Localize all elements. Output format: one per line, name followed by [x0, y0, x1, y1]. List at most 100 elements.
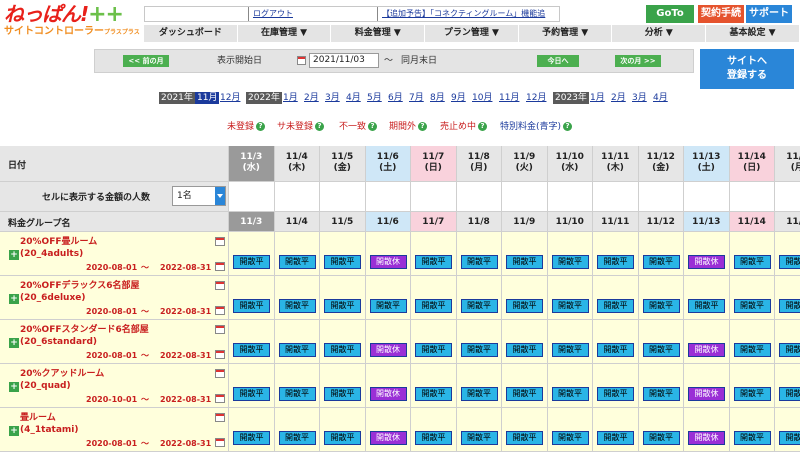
rate-cell[interactable]: 開散休 [365, 320, 411, 364]
rate-cell[interactable]: 開散平 [456, 276, 502, 320]
month-2021-12[interactable]: 12月 [220, 92, 240, 104]
rate-cell[interactable]: 開散平 [729, 408, 775, 452]
rate-cell[interactable]: 開散平 [411, 232, 457, 276]
calendar-icon[interactable] [215, 369, 225, 378]
status-closed-button[interactable]: 開散休 [369, 431, 407, 445]
plan-name[interactable]: 20%クアッドルーム [20, 368, 104, 380]
status-open-button[interactable]: 開散平 [506, 387, 543, 401]
rate-cell[interactable]: 開散平 [320, 232, 366, 276]
status-closed-button[interactable]: 開散休 [688, 387, 725, 401]
calendar-icon[interactable] [215, 237, 225, 246]
plus-icon[interactable]: + [9, 426, 19, 436]
help-icon[interactable]: ? [478, 122, 488, 131]
month-2022-9[interactable]: 9月 [451, 92, 466, 104]
rate-cell[interactable]: 開散平 [274, 276, 320, 320]
status-open-button[interactable]: 開散平 [733, 255, 771, 269]
status-open-button[interactable]: 開散平 [415, 431, 452, 445]
start-date-input[interactable]: 2021/11/03 [309, 53, 379, 68]
plan-name[interactable]: 20%OFFスタンダード6名部屋 [20, 324, 149, 336]
rate-cell[interactable]: 開散休 [684, 408, 730, 452]
status-open-button[interactable]: 開散平 [278, 431, 316, 445]
status-open-button[interactable]: 開散平 [460, 255, 498, 269]
rate-cell[interactable]: 開散平 [638, 364, 684, 408]
status-closed-button[interactable]: 開散休 [369, 343, 407, 357]
nav-analytics[interactable]: 分析 ▼ [612, 25, 707, 42]
status-open-button[interactable]: 開散平 [733, 299, 771, 313]
calendar-icon[interactable] [215, 413, 225, 422]
status-open-button[interactable]: 開散平 [642, 299, 680, 313]
status-open-button[interactable]: 開散平 [415, 343, 452, 357]
rate-cell[interactable]: 開散休 [684, 320, 730, 364]
status-open-button[interactable]: 開散平 [597, 387, 634, 401]
status-open-button[interactable]: 開散平 [460, 387, 498, 401]
rate-cell[interactable]: 開散平 [411, 276, 457, 320]
prev-month-button[interactable]: << 前の月 [123, 55, 169, 67]
help-icon[interactable]: ? [315, 122, 325, 131]
status-open-button[interactable]: 開散平 [551, 387, 589, 401]
status-open-button[interactable]: 開散平 [779, 299, 800, 313]
support-button[interactable]: サポート [746, 5, 792, 23]
month-2022-11[interactable]: 11月 [499, 92, 519, 104]
status-open-button[interactable]: 開散平 [233, 299, 270, 313]
rate-cell[interactable]: 開散平 [729, 364, 775, 408]
rate-cell[interactable]: 開散平 [229, 408, 275, 452]
rate-cell[interactable]: 開散平 [274, 320, 320, 364]
status-open-button[interactable]: 開散平 [415, 299, 452, 313]
plan-name[interactable]: 20%OFFデラックス6名部屋 [20, 280, 139, 292]
status-open-button[interactable]: 開散平 [597, 299, 634, 313]
status-open-button[interactable]: 開散平 [506, 299, 543, 313]
status-open-button[interactable]: 開散平 [597, 431, 634, 445]
month-2023-1[interactable]: 1月 [590, 92, 605, 104]
rate-cell[interactable]: 開散平 [547, 408, 593, 452]
rate-cell[interactable]: 開散平 [684, 276, 730, 320]
rate-cell[interactable]: 開散平 [729, 276, 775, 320]
status-open-button[interactable]: 開散平 [779, 387, 800, 401]
month-2023-2[interactable]: 2月 [611, 92, 626, 104]
status-open-button[interactable]: 開散平 [460, 343, 498, 357]
month-2023-3[interactable]: 3月 [632, 92, 647, 104]
nav-dashboard[interactable]: ダッシュボード [144, 25, 238, 42]
plus-icon[interactable]: + [9, 294, 19, 304]
status-closed-button[interactable]: 開散休 [369, 255, 407, 269]
rate-cell[interactable]: 開散平 [274, 408, 320, 452]
notice-link[interactable]: 【追加予告】「コネクティングルーム」機能追 [377, 7, 545, 21]
status-open-button[interactable]: 開散平 [415, 387, 452, 401]
rate-cell[interactable]: 開散平 [502, 276, 548, 320]
status-open-button[interactable]: 開散平 [688, 299, 725, 313]
next-month-button[interactable]: 次の月 >> [615, 55, 661, 67]
rate-cell[interactable]: 開散平 [502, 364, 548, 408]
status-closed-button[interactable]: 開散休 [369, 387, 407, 401]
calendar-icon[interactable] [215, 438, 225, 447]
status-open-button[interactable]: 開散平 [278, 299, 316, 313]
status-open-button[interactable]: 開散平 [779, 255, 800, 269]
help-icon[interactable]: ? [418, 122, 428, 131]
status-open-button[interactable]: 開散平 [233, 343, 270, 357]
plus-icon[interactable]: + [9, 338, 19, 348]
people-select[interactable]: 1名 [172, 186, 226, 206]
rate-cell[interactable]: 開散平 [593, 276, 639, 320]
rate-cell[interactable]: 開散平 [729, 232, 775, 276]
status-open-button[interactable]: 開散平 [597, 343, 634, 357]
rate-cell[interactable]: 開散平 [229, 364, 275, 408]
status-open-button[interactable]: 開散平 [779, 431, 800, 445]
status-open-button[interactable]: 開散平 [551, 299, 589, 313]
rate-cell[interactable]: 開散平 [593, 232, 639, 276]
rate-cell[interactable]: 開散平 [502, 232, 548, 276]
rate-cell[interactable]: 開散平 [411, 408, 457, 452]
status-open-button[interactable]: 開散平 [233, 431, 270, 445]
calendar-icon[interactable] [215, 262, 225, 271]
help-icon[interactable]: ? [368, 122, 378, 131]
goto-button[interactable]: GoTo [646, 5, 694, 23]
calendar-icon[interactable] [297, 56, 306, 65]
plan-name[interactable]: 畳ルーム [20, 412, 56, 424]
month-2022-3[interactable]: 3月 [325, 92, 340, 104]
register-to-site-button[interactable]: サイトへ 登録する [700, 49, 794, 89]
plan-name[interactable]: 20%OFF畳ルーム [20, 236, 97, 248]
status-closed-button[interactable]: 開散休 [688, 255, 725, 269]
month-2022-10[interactable]: 10月 [472, 92, 492, 104]
plus-icon[interactable]: + [9, 250, 19, 260]
rate-cell[interactable]: 開散平 [775, 232, 800, 276]
rate-cell[interactable]: 開散平 [229, 232, 275, 276]
rate-cell[interactable]: 開散平 [274, 232, 320, 276]
rate-cell[interactable]: 開散平 [775, 364, 800, 408]
